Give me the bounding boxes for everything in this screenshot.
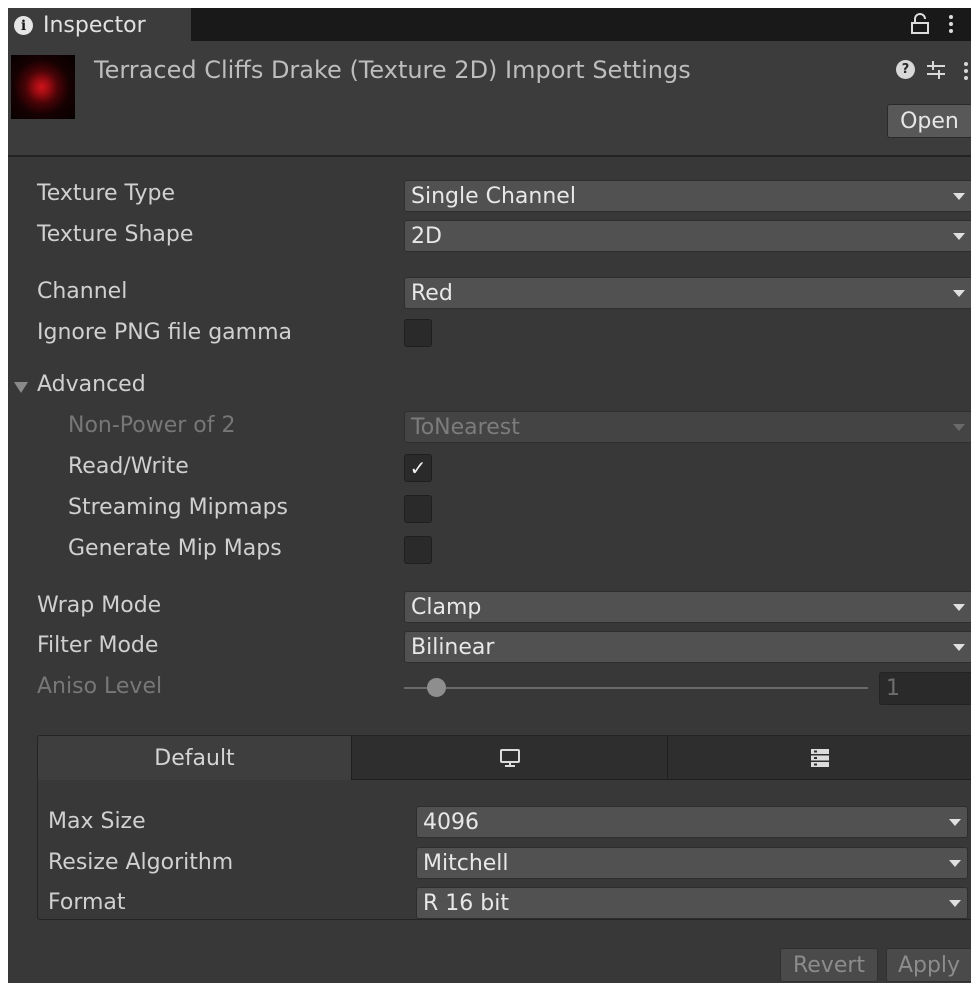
aniso-level-field: 1 (879, 672, 971, 705)
wrap-mode-label: Wrap Mode (37, 593, 162, 618)
wrap-mode-dropdown[interactable]: Clamp (404, 591, 971, 623)
more-vertical-icon[interactable] (943, 12, 959, 36)
texture-thumbnail (11, 55, 75, 119)
tab-dedicated-server[interactable] (667, 736, 971, 780)
non-power-of-2-dropdown: ToNearest (404, 411, 971, 443)
texture-type-label: Texture Type (37, 181, 176, 206)
tab-inspector[interactable]: i Inspector (8, 8, 191, 41)
aniso-level-slider-track (404, 687, 868, 689)
filter-mode-value: Bilinear (411, 634, 495, 660)
format-dropdown[interactable]: R 16 bit (416, 887, 968, 919)
format-label: Format (48, 890, 126, 915)
streaming-mipmaps-label: Streaming Mipmaps (68, 495, 289, 520)
chevron-down-icon (953, 192, 965, 200)
tab-standalone[interactable] (351, 736, 667, 780)
max-size-dropdown[interactable]: 4096 (416, 806, 968, 838)
advanced-foldout-label[interactable]: Advanced (37, 372, 146, 397)
checkmark-icon: ✓ (409, 456, 427, 480)
filter-mode-label: Filter Mode (37, 633, 159, 658)
texture-type-value: Single Channel (411, 183, 576, 209)
read-write-label: Read/Write (68, 454, 189, 479)
channel-value: Red (411, 280, 453, 306)
texture-type-dropdown[interactable]: Single Channel (404, 180, 971, 212)
max-size-label: Max Size (48, 809, 146, 834)
ignore-png-gamma-checkbox[interactable] (404, 319, 432, 347)
tab-bar: i Inspector (8, 8, 971, 41)
page-title: Terraced Cliffs Drake (Texture 2D) Impor… (94, 56, 691, 84)
help-icon[interactable]: ? (896, 60, 915, 79)
chevron-down-icon (949, 859, 961, 867)
chevron-down-icon (949, 899, 961, 907)
revert-button[interactable]: Revert (780, 948, 878, 982)
filter-mode-dropdown[interactable]: Bilinear (404, 631, 971, 663)
non-power-of-2-label: Non-Power of 2 (68, 413, 236, 438)
texture-shape-label: Texture Shape (37, 222, 194, 247)
chevron-down-icon (953, 289, 965, 297)
tab-default[interactable]: Default (38, 736, 351, 780)
inspector-panel: i Inspector Terraced Cliffs Drake (Textu… (8, 8, 971, 983)
non-power-of-2-value: ToNearest (411, 414, 520, 440)
generate-mip-maps-checkbox[interactable] (404, 536, 432, 564)
generate-mip-maps-label: Generate Mip Maps (68, 536, 282, 561)
apply-button[interactable]: Apply (886, 948, 971, 982)
monitor-icon (499, 748, 520, 767)
info-icon: i (14, 16, 33, 35)
resize-algorithm-dropdown[interactable]: Mitchell (416, 847, 968, 879)
channel-label: Channel (37, 279, 128, 304)
format-value: R 16 bit (423, 890, 509, 916)
platform-tabs: Default (38, 736, 971, 780)
foldout-arrow-icon[interactable] (14, 382, 28, 393)
open-button[interactable]: Open (887, 104, 971, 138)
chevron-down-icon (953, 232, 965, 240)
streaming-mipmaps-checkbox[interactable] (404, 495, 432, 523)
wrap-mode-value: Clamp (411, 594, 482, 620)
more-vertical-icon[interactable] (961, 60, 971, 82)
read-write-checkbox[interactable]: ✓ (404, 454, 432, 482)
aniso-level-slider-thumb (426, 678, 446, 697)
max-size-value: 4096 (423, 809, 479, 835)
inspector-header: Terraced Cliffs Drake (Texture 2D) Impor… (8, 41, 971, 157)
preset-icon[interactable] (925, 60, 947, 80)
texture-shape-value: 2D (411, 223, 442, 249)
chevron-down-icon (953, 643, 965, 651)
platform-settings: Default Max Size 4096 Resize Algorithm M… (37, 735, 971, 920)
lock-icon[interactable] (910, 13, 930, 35)
tab-inspector-label: Inspector (43, 13, 146, 38)
chevron-down-icon (953, 423, 965, 431)
server-icon (811, 748, 829, 767)
resize-algorithm-value: Mitchell (423, 850, 509, 876)
channel-dropdown[interactable]: Red (404, 277, 971, 309)
texture-shape-dropdown[interactable]: 2D (404, 220, 971, 252)
aniso-level-label: Aniso Level (37, 674, 163, 699)
chevron-down-icon (953, 603, 965, 611)
chevron-down-icon (949, 818, 961, 826)
resize-algorithm-label: Resize Algorithm (48, 850, 234, 875)
ignore-png-gamma-label: Ignore PNG file gamma (37, 320, 292, 345)
